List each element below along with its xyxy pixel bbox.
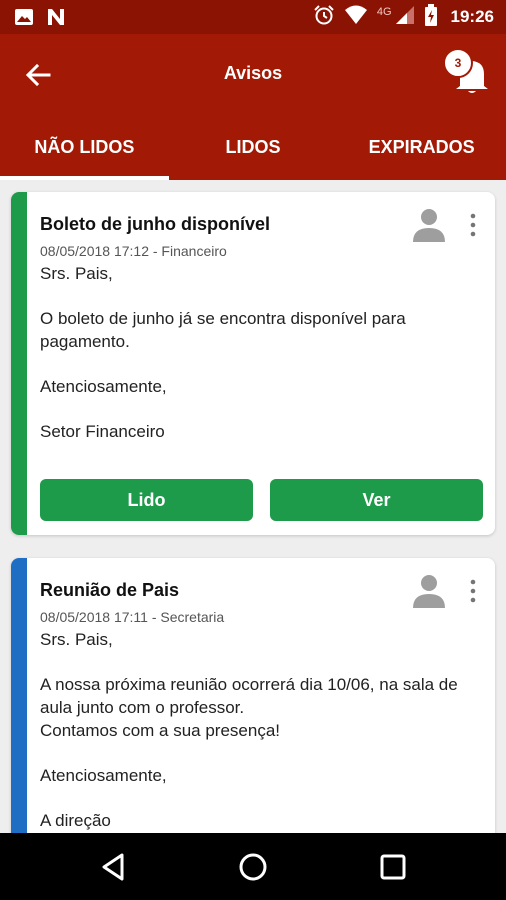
more-vert-icon[interactable] [463, 212, 483, 238]
card-body-line: Srs. Pais, [40, 264, 113, 283]
card-body-line: Srs. Pais, [40, 630, 113, 649]
page-title: Avisos [223, 63, 283, 83]
person-icon [411, 572, 447, 608]
person-icon [411, 206, 447, 242]
card-actions: Lido Ver [40, 479, 483, 521]
notification-count-badge: 3 [443, 48, 473, 78]
nav-recents-button[interactable] [377, 851, 409, 883]
square-recents-icon [380, 854, 406, 880]
card-body-line: A direção [40, 811, 111, 830]
tab-unread[interactable]: NÃO LIDOS [0, 116, 169, 180]
nav-home-button[interactable] [237, 851, 269, 883]
card-accent-stripe [11, 558, 27, 833]
wifi-icon [344, 5, 368, 30]
more-vert-icon[interactable] [463, 578, 483, 604]
alarm-icon [313, 4, 335, 31]
card-body: Srs. Pais, O boleto de junho já se encon… [40, 262, 470, 465]
notice-card: Boleto de junho disponível 08/05/2018 17… [11, 192, 495, 535]
card-body-line: Atenciosamente, [40, 377, 167, 396]
nav-back-button[interactable] [98, 851, 130, 883]
triangle-back-icon [102, 853, 124, 881]
status-bar: 4G 19:26 [0, 0, 506, 34]
notice-list[interactable]: Boleto de junho disponível 08/05/2018 17… [0, 180, 506, 833]
card-accent-stripe [11, 192, 27, 535]
system-nav-bar [0, 833, 506, 900]
card-body-line: Setor Financeiro [40, 422, 165, 441]
tab-expired[interactable]: EXPIRADOS [337, 116, 506, 180]
card-meta: 08/05/2018 17:12 - Financeiro [40, 243, 227, 259]
circle-home-icon [239, 853, 267, 881]
card-body-paragraph: A nossa próxima reunião ocorrerá dia 10/… [40, 673, 470, 742]
notifications-button[interactable]: 3 [440, 44, 494, 96]
view-button[interactable]: Ver [270, 479, 483, 521]
clock-time: 19:26 [450, 7, 494, 26]
tab-bar: NÃO LIDOS LIDOS EXPIRADOS [0, 116, 506, 180]
card-body-line: Atenciosamente, [40, 766, 167, 785]
card-meta: 08/05/2018 17:11 - Secretaria [40, 609, 225, 625]
card-title: Boleto de junho disponível [40, 214, 271, 234]
signal-icon [395, 5, 415, 30]
notice-card: Reunião de Pais 08/05/2018 17:11 - Secre… [11, 558, 495, 833]
card-body-line: O boleto de junho já se encontra disponí… [40, 309, 406, 351]
app-bar: Avisos 3 [0, 34, 506, 116]
card-body: Srs. Pais, A nossa próxima reunião ocorr… [40, 628, 470, 833]
card-body-line: Contamos com a sua presença! [40, 721, 281, 740]
tab-read[interactable]: LIDOS [169, 116, 338, 180]
image-icon [14, 7, 34, 32]
battery-icon [424, 3, 438, 31]
network-type-label: 4G [376, 6, 392, 18]
card-body-line: A nossa próxima reunião ocorrerá dia 10/… [40, 675, 458, 717]
mark-read-button[interactable]: Lido [40, 479, 253, 521]
card-title: Reunião de Pais [40, 580, 180, 600]
n-icon [46, 7, 66, 32]
